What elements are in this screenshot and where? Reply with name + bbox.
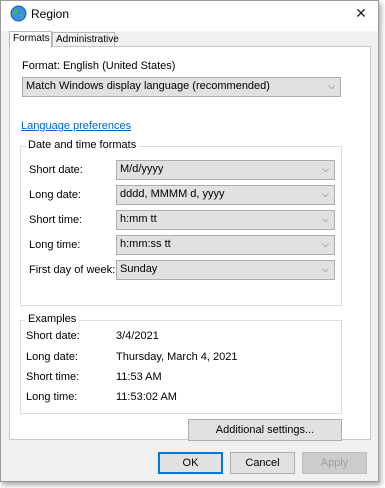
language-preferences-link[interactable]: Language preferences (21, 120, 131, 132)
close-icon: ✕ (355, 5, 367, 21)
long-time-value: h:mm:ss tt (120, 238, 171, 250)
close-button[interactable]: ✕ (344, 1, 378, 27)
short-date-label: Short date: (29, 164, 83, 176)
long-time-label: Long time: (29, 239, 81, 251)
chevron-down-icon: ⌵ (322, 214, 329, 224)
globe-icon (10, 5, 27, 22)
chevron-down-icon: ⌵ (322, 189, 329, 199)
chevron-down-icon: ⌵ (322, 239, 329, 249)
title-bar: Region ✕ (1, 1, 378, 31)
short-time-select[interactable]: h:mm tt ⌵ (116, 210, 335, 230)
example-long-date-label: Long date: (26, 351, 78, 363)
example-short-time-value: 11:53 AM (116, 371, 162, 383)
ok-button[interactable]: OK (158, 452, 223, 474)
chevron-down-icon: ⌵ (322, 264, 329, 274)
example-short-date-value: 3/4/2021 (116, 330, 159, 342)
example-short-time-label: Short time: (26, 371, 80, 383)
short-time-value: h:mm tt (120, 213, 157, 225)
group-title: Examples (25, 313, 80, 325)
example-long-time-value: 11:53:02 AM (116, 391, 177, 403)
long-time-select[interactable]: h:mm:ss tt ⌵ (116, 235, 335, 255)
group-title: Date and time formats (25, 139, 140, 151)
first-day-of-week-value: Sunday (120, 263, 158, 275)
format-label: Format: English (United States) (22, 60, 176, 72)
date-time-formats-group: Date and time formats Short date: M/d/yy… (20, 139, 342, 306)
long-date-label: Long date: (29, 189, 81, 201)
example-long-date-value: Thursday, March 4, 2021 (116, 351, 238, 363)
first-day-of-week-label: First day of week: (29, 264, 116, 276)
example-long-time-label: Long time: (26, 391, 78, 403)
short-time-label: Short time: (29, 214, 83, 226)
apply-button[interactable]: Apply (302, 452, 367, 474)
long-date-select[interactable]: dddd, MMMM d, yyyy ⌵ (116, 185, 335, 205)
long-date-value: dddd, MMMM d, yyyy (120, 188, 225, 200)
short-date-value: M/d/yyyy (120, 163, 164, 175)
additional-settings-button[interactable]: Additional settings... (188, 419, 342, 441)
tab-administrative[interactable]: Administrative (52, 32, 119, 47)
chevron-down-icon: ⌵ (322, 164, 329, 174)
window-title: Region (31, 7, 70, 21)
examples-group: Examples Short date: 3/4/2021 Long date:… (20, 313, 342, 414)
example-short-date-label: Short date: (26, 330, 80, 342)
short-date-select[interactable]: M/d/yyyy ⌵ (116, 160, 335, 180)
format-select-value: Match Windows display language (recommen… (26, 80, 270, 92)
format-select[interactable]: Match Windows display language (recommen… (22, 77, 341, 97)
cancel-button[interactable]: Cancel (230, 452, 295, 474)
region-dialog: Region ✕ Formats Administrative Format: … (0, 0, 379, 482)
chevron-down-icon: ⌵ (328, 81, 335, 91)
tab-formats[interactable]: Formats (9, 31, 52, 48)
formats-panel: Format: English (United States) Match Wi… (9, 46, 371, 441)
first-day-of-week-select[interactable]: Sunday ⌵ (116, 260, 335, 280)
